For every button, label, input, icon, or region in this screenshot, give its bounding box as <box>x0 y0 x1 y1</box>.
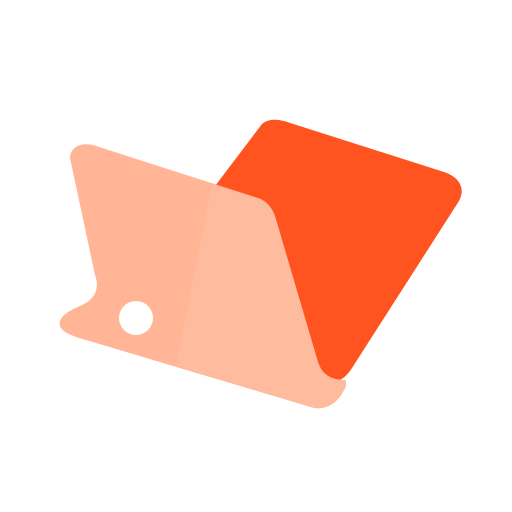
folder-hole-circle <box>119 301 153 335</box>
app-icon-canvas <box>0 0 512 512</box>
folder-logo-icon <box>59 119 462 409</box>
